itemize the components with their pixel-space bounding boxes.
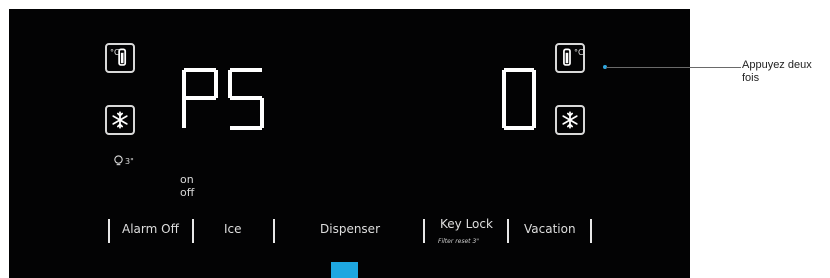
fridge-segment-digit — [502, 68, 536, 130]
light-bulb-icon — [114, 155, 123, 166]
dispenser-button[interactable]: Dispenser — [320, 222, 380, 236]
divider — [192, 219, 194, 243]
freezer-display — [180, 66, 270, 132]
callout-text: Appuyez deux fois — [742, 59, 812, 84]
snowflake-icon — [562, 111, 578, 129]
freezer-temp-button[interactable]: °C — [105, 43, 135, 73]
divider — [108, 219, 110, 243]
fridge-temp-button[interactable]: °C — [555, 43, 585, 73]
callout-line — [606, 67, 741, 68]
divider — [590, 219, 592, 243]
fridge-display — [500, 66, 540, 132]
on-off-indicator: on off — [180, 173, 194, 199]
divider — [507, 219, 509, 243]
timer-label: 3" — [125, 157, 134, 166]
temp-unit-label: °C — [574, 48, 584, 57]
ice-button[interactable]: Ice — [224, 222, 242, 236]
filter-reset-label: Filter reset 3" — [438, 238, 480, 245]
dispenser-indicator — [331, 262, 358, 278]
freezer-segment-digits — [182, 68, 264, 130]
vacation-button[interactable]: Vacation — [524, 222, 576, 236]
ice-timer-indicator: 3" — [113, 155, 139, 167]
divider — [423, 219, 425, 243]
freezer-power-button[interactable] — [105, 105, 135, 135]
snowflake-icon — [112, 111, 128, 129]
alarm-off-button[interactable]: Alarm Off — [122, 222, 179, 236]
on-label: on — [180, 173, 194, 186]
key-lock-button[interactable]: Key Lock — [440, 217, 493, 231]
temp-unit-label: °C — [110, 48, 120, 57]
off-label: off — [180, 186, 195, 199]
fridge-power-button[interactable] — [555, 105, 585, 135]
divider — [273, 219, 275, 243]
